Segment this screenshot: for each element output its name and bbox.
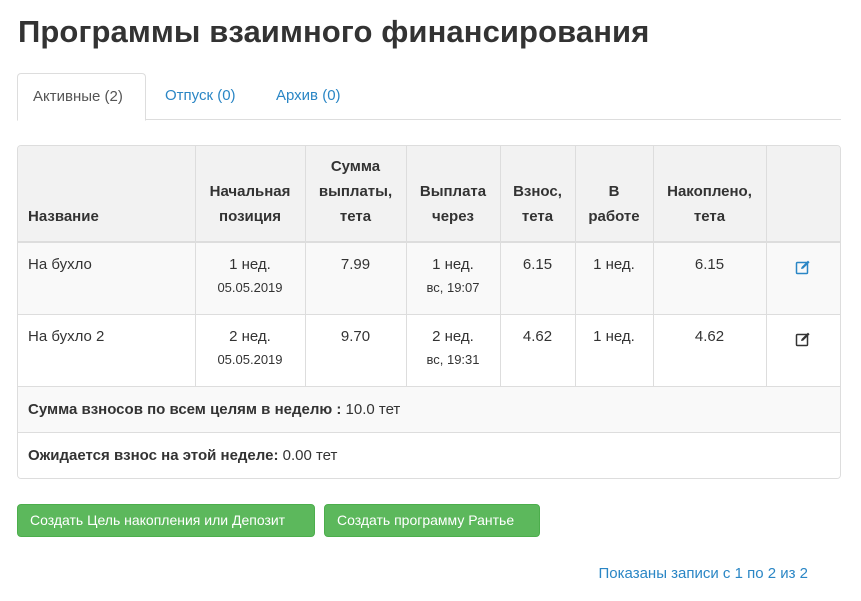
cell-payout-in-time: вс, 19:31 (426, 351, 480, 367)
header-in-work[interactable]: В работе (575, 146, 654, 243)
cell-payout-in-weeks: 1 нед. (432, 256, 474, 273)
records-info: Показаны записи с 1 по 2 из 2 (598, 565, 809, 582)
cell-payout: 9.70 (305, 314, 407, 387)
cell-payout: 7.99 (305, 242, 407, 315)
programs-panel: Название Начальная позиция Сумма выплаты… (17, 145, 841, 479)
header-actions (766, 146, 840, 243)
cell-actions (766, 314, 840, 387)
edit-icon[interactable] (795, 259, 811, 279)
cell-contribution: 4.62 (500, 314, 576, 387)
weekly-total-value: 10.0 тет (341, 400, 401, 418)
tab-active[interactable]: Активные (2) (17, 73, 146, 121)
cell-in-work: 1 нед. (575, 242, 654, 315)
cell-start-date: 05.05.2019 (217, 280, 283, 295)
cell-actions (766, 242, 840, 315)
weekly-total-row: Сумма взносов по всем целям в неделю : 1… (18, 386, 840, 433)
cell-payout-in-weeks: 2 нед. (432, 327, 474, 345)
cell-start: 1 нед. 05.05.2019 (195, 242, 306, 315)
header-saved[interactable]: Накоплено, тета (653, 146, 767, 243)
table-row: На бухло 1 нед. 05.05.2019 7.99 1 нед. в… (18, 242, 840, 315)
header-payout-in[interactable]: Выплата через (406, 146, 501, 243)
table-row: На бухло 2 2 нед. 05.05.2019 9.70 2 нед.… (18, 314, 840, 387)
page-title: Программы взаимного финансирования (18, 14, 650, 49)
header-name[interactable]: Название (18, 146, 196, 243)
weekly-total-label: Сумма взносов по всем целям в неделю : (28, 400, 342, 418)
cell-payout-in-time: вс, 19:07 (426, 280, 480, 295)
header-payout-sum[interactable]: Сумма выплаты, тета (305, 146, 407, 243)
cell-start-weeks: 2 нед. (229, 327, 271, 345)
tab-vacation[interactable]: Отпуск (0) (150, 73, 251, 120)
cell-payout-in: 1 нед. вс, 19:07 (406, 242, 501, 315)
edit-icon[interactable] (795, 331, 811, 351)
programs-table: Название Начальная позиция Сумма выплаты… (18, 146, 840, 387)
cell-contribution: 6.15 (500, 242, 576, 315)
expected-label: Ожидается взнос на этой неделе: (28, 446, 279, 464)
header-start-position[interactable]: Начальная позиция (195, 146, 306, 243)
expected-row: Ожидается взнос на этой неделе: 0.00 тет (18, 432, 840, 478)
tab-bar: Активные (2) Отпуск (0) Архив (0) (17, 73, 841, 121)
cell-name: На бухло (18, 242, 196, 315)
cell-name: На бухло 2 (18, 314, 196, 387)
header-contribution[interactable]: Взнос, тета (500, 146, 576, 243)
cell-saved: 4.62 (653, 314, 767, 387)
tab-archive[interactable]: Архив (0) (261, 73, 356, 120)
cell-start-weeks: 1 нед. (229, 256, 271, 273)
create-goal-button[interactable]: Создать Цель накопления или Депозит (17, 504, 315, 537)
expected-value: 0.00 тет (278, 446, 338, 464)
create-rent-button[interactable]: Создать программу Рантье (324, 504, 540, 537)
cell-start: 2 нед. 05.05.2019 (195, 314, 306, 387)
table-header-row: Название Начальная позиция Сумма выплаты… (18, 146, 840, 243)
cell-payout-in: 2 нед. вс, 19:31 (406, 314, 501, 387)
cell-saved: 6.15 (653, 242, 767, 315)
cell-start-date: 05.05.2019 (217, 351, 283, 367)
cell-in-work: 1 нед. (575, 314, 654, 387)
